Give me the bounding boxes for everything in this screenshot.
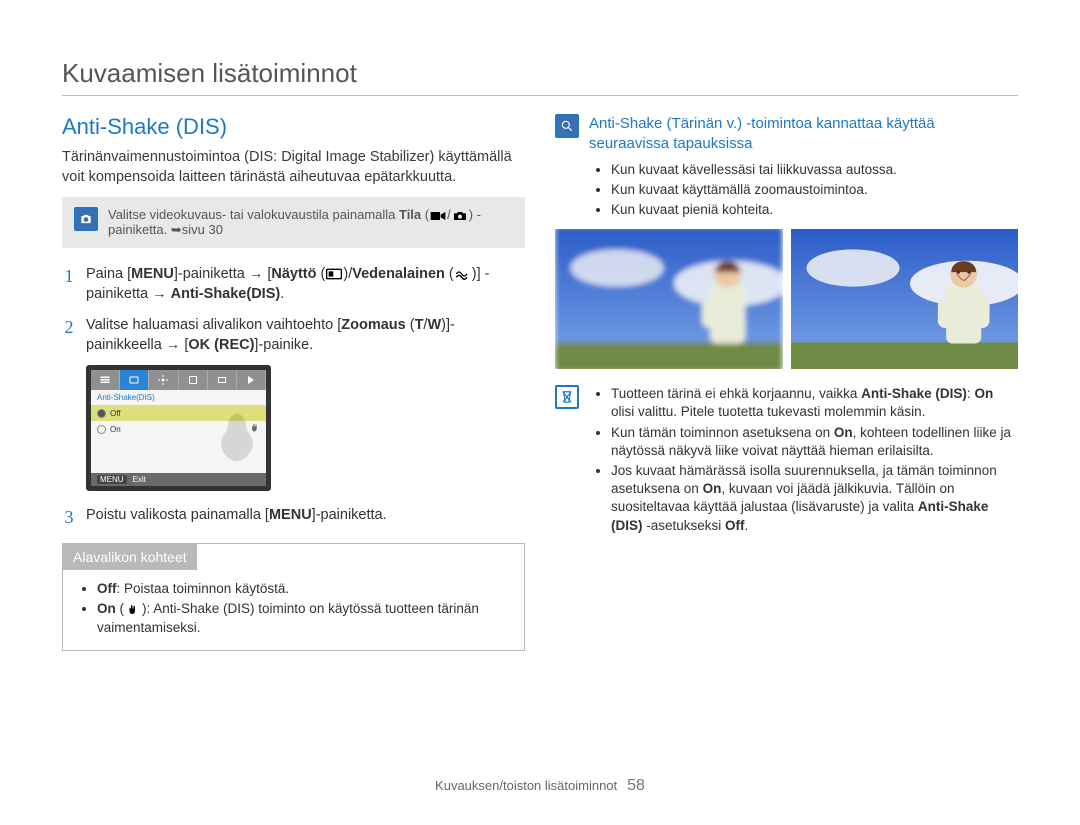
two-column-layout: Anti-Shake (DIS) Tärinänvaimennustoimint…	[62, 114, 1018, 651]
mode-note-box: Valitse videokuvaus- tai valokuvaustila …	[62, 197, 525, 248]
left-column: Anti-Shake (DIS) Tärinänvaimennustoimint…	[62, 114, 525, 651]
step-3: 3 Poistu valikosta painamalla [MENU]-pain…	[62, 505, 525, 530]
sub-item: Off: Poistaa toiminnon käytöstä.	[97, 580, 508, 599]
use-when-heading: Anti-Shake (Tärinän v.) -toimintoa kanna…	[589, 114, 1018, 155]
sub-items-heading: Alavalikon kohteet	[63, 544, 197, 570]
warning-callout: Tuotteen tärinä ei ehkä korjaannu, vaikk…	[555, 385, 1018, 537]
section-heading: Anti-Shake (DIS)	[62, 114, 525, 140]
menu-screenshot: Anti-Shake(DIS) Off On MENU Exit	[86, 365, 271, 491]
display-icon	[326, 268, 342, 280]
sub-items-list: Off: Poistaa toiminnon käytöstä.On (): A…	[83, 580, 508, 639]
step-text: Valitse haluamasi alivalikon vaihtoehto …	[86, 315, 525, 356]
sub-items-box: Alavalikon kohteet Off: Poistaa toiminno…	[62, 543, 525, 652]
step-number: 2	[62, 315, 76, 356]
use-when-list: Kun kuvaat kävellessäsi tai liikkuvassa …	[597, 161, 1018, 220]
step-number: 1	[62, 264, 76, 305]
warning-item: Tuotteen tärinä ei ehkä korjaannu, vaikk…	[611, 385, 1018, 421]
video-icon	[430, 210, 446, 222]
use-when-item: Kun kuvaat pieniä kohteita.	[611, 201, 1018, 219]
footer-label: Kuvauksen/toiston lisätoiminnot	[435, 778, 617, 793]
magnifier-icon	[555, 114, 579, 138]
step-1: 1Paina [MENU]-painiketta → [Näyttö ()/Ve…	[62, 264, 525, 305]
menu-tab-icon	[179, 370, 208, 390]
menu-tab-icon	[208, 370, 237, 390]
photo-icon	[452, 210, 468, 222]
underwater-icon	[455, 268, 471, 280]
step-number: 3	[62, 505, 76, 530]
step-2: 2Valitse haluamasi alivalikon vaihtoehto…	[62, 315, 525, 356]
menu-tab-display-icon	[120, 370, 149, 390]
use-when-item: Kun kuvaat käyttämällä zoomaustoimintoa.	[611, 181, 1018, 199]
step-text: Paina [MENU]-painiketta → [Näyttö ()/Ved…	[86, 264, 525, 305]
step-text: Poistu valikosta painamalla [MENU]-paini…	[86, 505, 387, 530]
menu-foot: MENU Exit	[91, 473, 266, 486]
sub-item: On (): Anti-Shake (DIS) toiminto on käyt…	[97, 600, 508, 638]
menu-tab-settings-icon	[149, 370, 178, 390]
example-photo-sharp	[791, 229, 1019, 369]
mode-note-text: Valitse videokuvaus- tai valokuvaustila …	[108, 207, 513, 238]
warning-list: Tuotteen tärinä ei ehkä korjaannu, vaikk…	[597, 385, 1018, 537]
menu-head: Anti-Shake(DIS)	[91, 390, 266, 405]
warning-item: Jos kuvaat hämärässä isolla suurennuksel…	[611, 462, 1018, 535]
right-column: Anti-Shake (Tärinän v.) -toimintoa kanna…	[555, 114, 1018, 651]
use-when-item: Kun kuvaat kävellessäsi tai liikkuvassa …	[611, 161, 1018, 179]
hand-icon	[125, 604, 141, 616]
menu-tab-icon	[237, 370, 266, 390]
use-when-callout: Anti-Shake (Tärinän v.) -toimintoa kanna…	[555, 114, 1018, 221]
page-number: 58	[627, 777, 645, 795]
page-title: Kuvaamisen lisätoiminnot	[62, 58, 1018, 96]
warning-item: Kun tämän toiminnon asetuksena on On, ko…	[611, 424, 1018, 460]
menu-tab-icon	[91, 370, 120, 390]
example-photos	[555, 229, 1018, 369]
steps-list: 1Paina [MENU]-painiketta → [Näyttö ()/Ve…	[62, 264, 525, 530]
mode-icon	[74, 207, 98, 231]
footer: Kuvauksen/toiston lisätoiminnot 58	[0, 777, 1080, 795]
example-photo-blurry	[555, 229, 783, 369]
note-icon	[555, 385, 579, 409]
ghost-figure	[212, 410, 262, 465]
intro-paragraph: Tärinänvaimennustoimintoa (DIS: Digital …	[62, 148, 525, 187]
